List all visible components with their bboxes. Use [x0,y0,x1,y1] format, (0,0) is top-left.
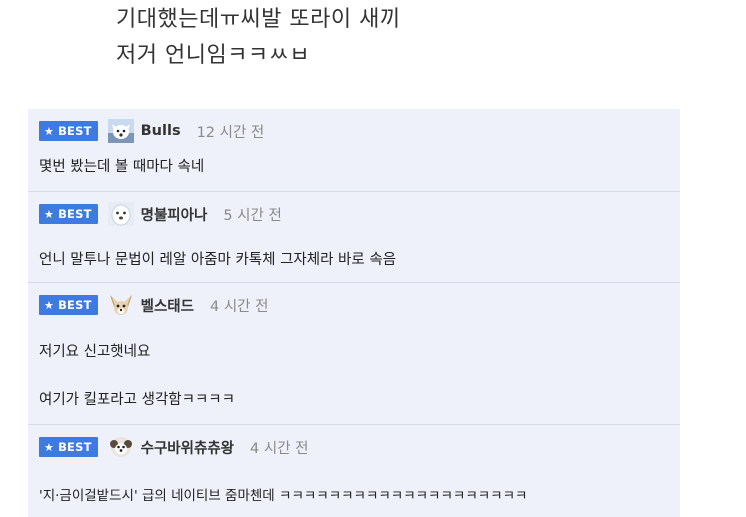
comment-item: ★ BEST 명불피아나 5 시간 전 언니 말투나 문법이 레알 아줌마 카톡… [28,192,680,283]
white-dog-avatar-icon[interactable] [107,119,134,143]
star-icon: ★ [44,124,55,138]
comment-meta: ★ BEST 벨스태드 4 시간 전 [39,293,268,317]
star-icon: ★ [44,298,55,312]
comment-timestamp: 5 시간 전 [223,207,282,224]
comment-item: ★ BEST 벨스태드 4 시간 전 저기요 신고햇네요 여기가 킬포라고 생각… [28,283,680,425]
comment-timestamp: 12 시간 전 [196,124,265,141]
comment-nickname[interactable]: 수구바위츄츄왕 [141,437,234,458]
comment-nickname[interactable]: 명불피아나 [141,204,208,225]
best-badge-label: BEST [58,207,92,221]
post-text: 기대했는데ㅠ씨발 또라이 새끼 저거 언니임ㅋㅋㅆㅂ [116,2,401,74]
comment-meta: ★ BEST 수구바위츄츄왕 4 시간 전 [39,435,308,459]
comment-text: 저기요 신고햇네요 [39,344,151,360]
comment-meta: ★ BEST Bulls 12 시간 전 [39,119,264,143]
white-dog-avatar-icon[interactable] [107,202,134,226]
comment-nickname[interactable]: 벨스태드 [141,295,194,316]
post-line-1: 기대했는데ㅠ씨발 또라이 새끼 [116,7,401,32]
star-icon: ★ [44,207,55,221]
comment-nickname[interactable]: Bulls [141,123,181,139]
fluffy-dog-avatar-icon[interactable] [108,435,134,459]
comment-item: ★ BEST 수구바위츄츄왕 4 시간 전 '지·금이걸밭드시' 급의 네이티브… [28,425,680,517]
best-comments-list: ★ BEST Bulls 12 시간 전 몇번 봤는데 볼 때마다 속네 ★ B [28,109,680,517]
chihuahua-avatar-icon[interactable] [108,293,134,317]
best-badge: ★ BEST [39,121,98,141]
comment-text: 여기가 킬포라고 생각함ㅋㅋㅋㅋ [39,392,235,408]
best-badge: ★ BEST [39,204,98,224]
comment-text: 몇번 봤는데 볼 때마다 속네 [39,159,205,175]
best-badge-label: BEST [58,124,92,138]
comment-timestamp: 4 시간 전 [250,440,309,457]
comment-meta: ★ BEST 명불피아나 5 시간 전 [39,202,282,226]
best-badge: ★ BEST [39,437,98,457]
comment-text: '지·금이걸밭드시' 급의 네이티브 줌마첸데 ㅋㅋㅋㅋㅋㅋㅋㅋㅋㅋㅋㅋㅋㅋㅋㅋ… [39,488,528,504]
best-badge-label: BEST [58,440,92,454]
post-line-2: 저거 언니임ㅋㅋㅆㅂ [116,43,311,68]
best-badge: ★ BEST [39,295,98,315]
comment-text: 언니 말투나 문법이 레알 아줌마 카톡체 그자체라 바로 속음 [39,252,397,268]
star-icon: ★ [44,440,55,454]
best-badge-label: BEST [58,298,92,312]
comment-item: ★ BEST Bulls 12 시간 전 몇번 봤는데 볼 때마다 속네 [28,109,680,192]
comment-timestamp: 4 시간 전 [210,298,269,315]
